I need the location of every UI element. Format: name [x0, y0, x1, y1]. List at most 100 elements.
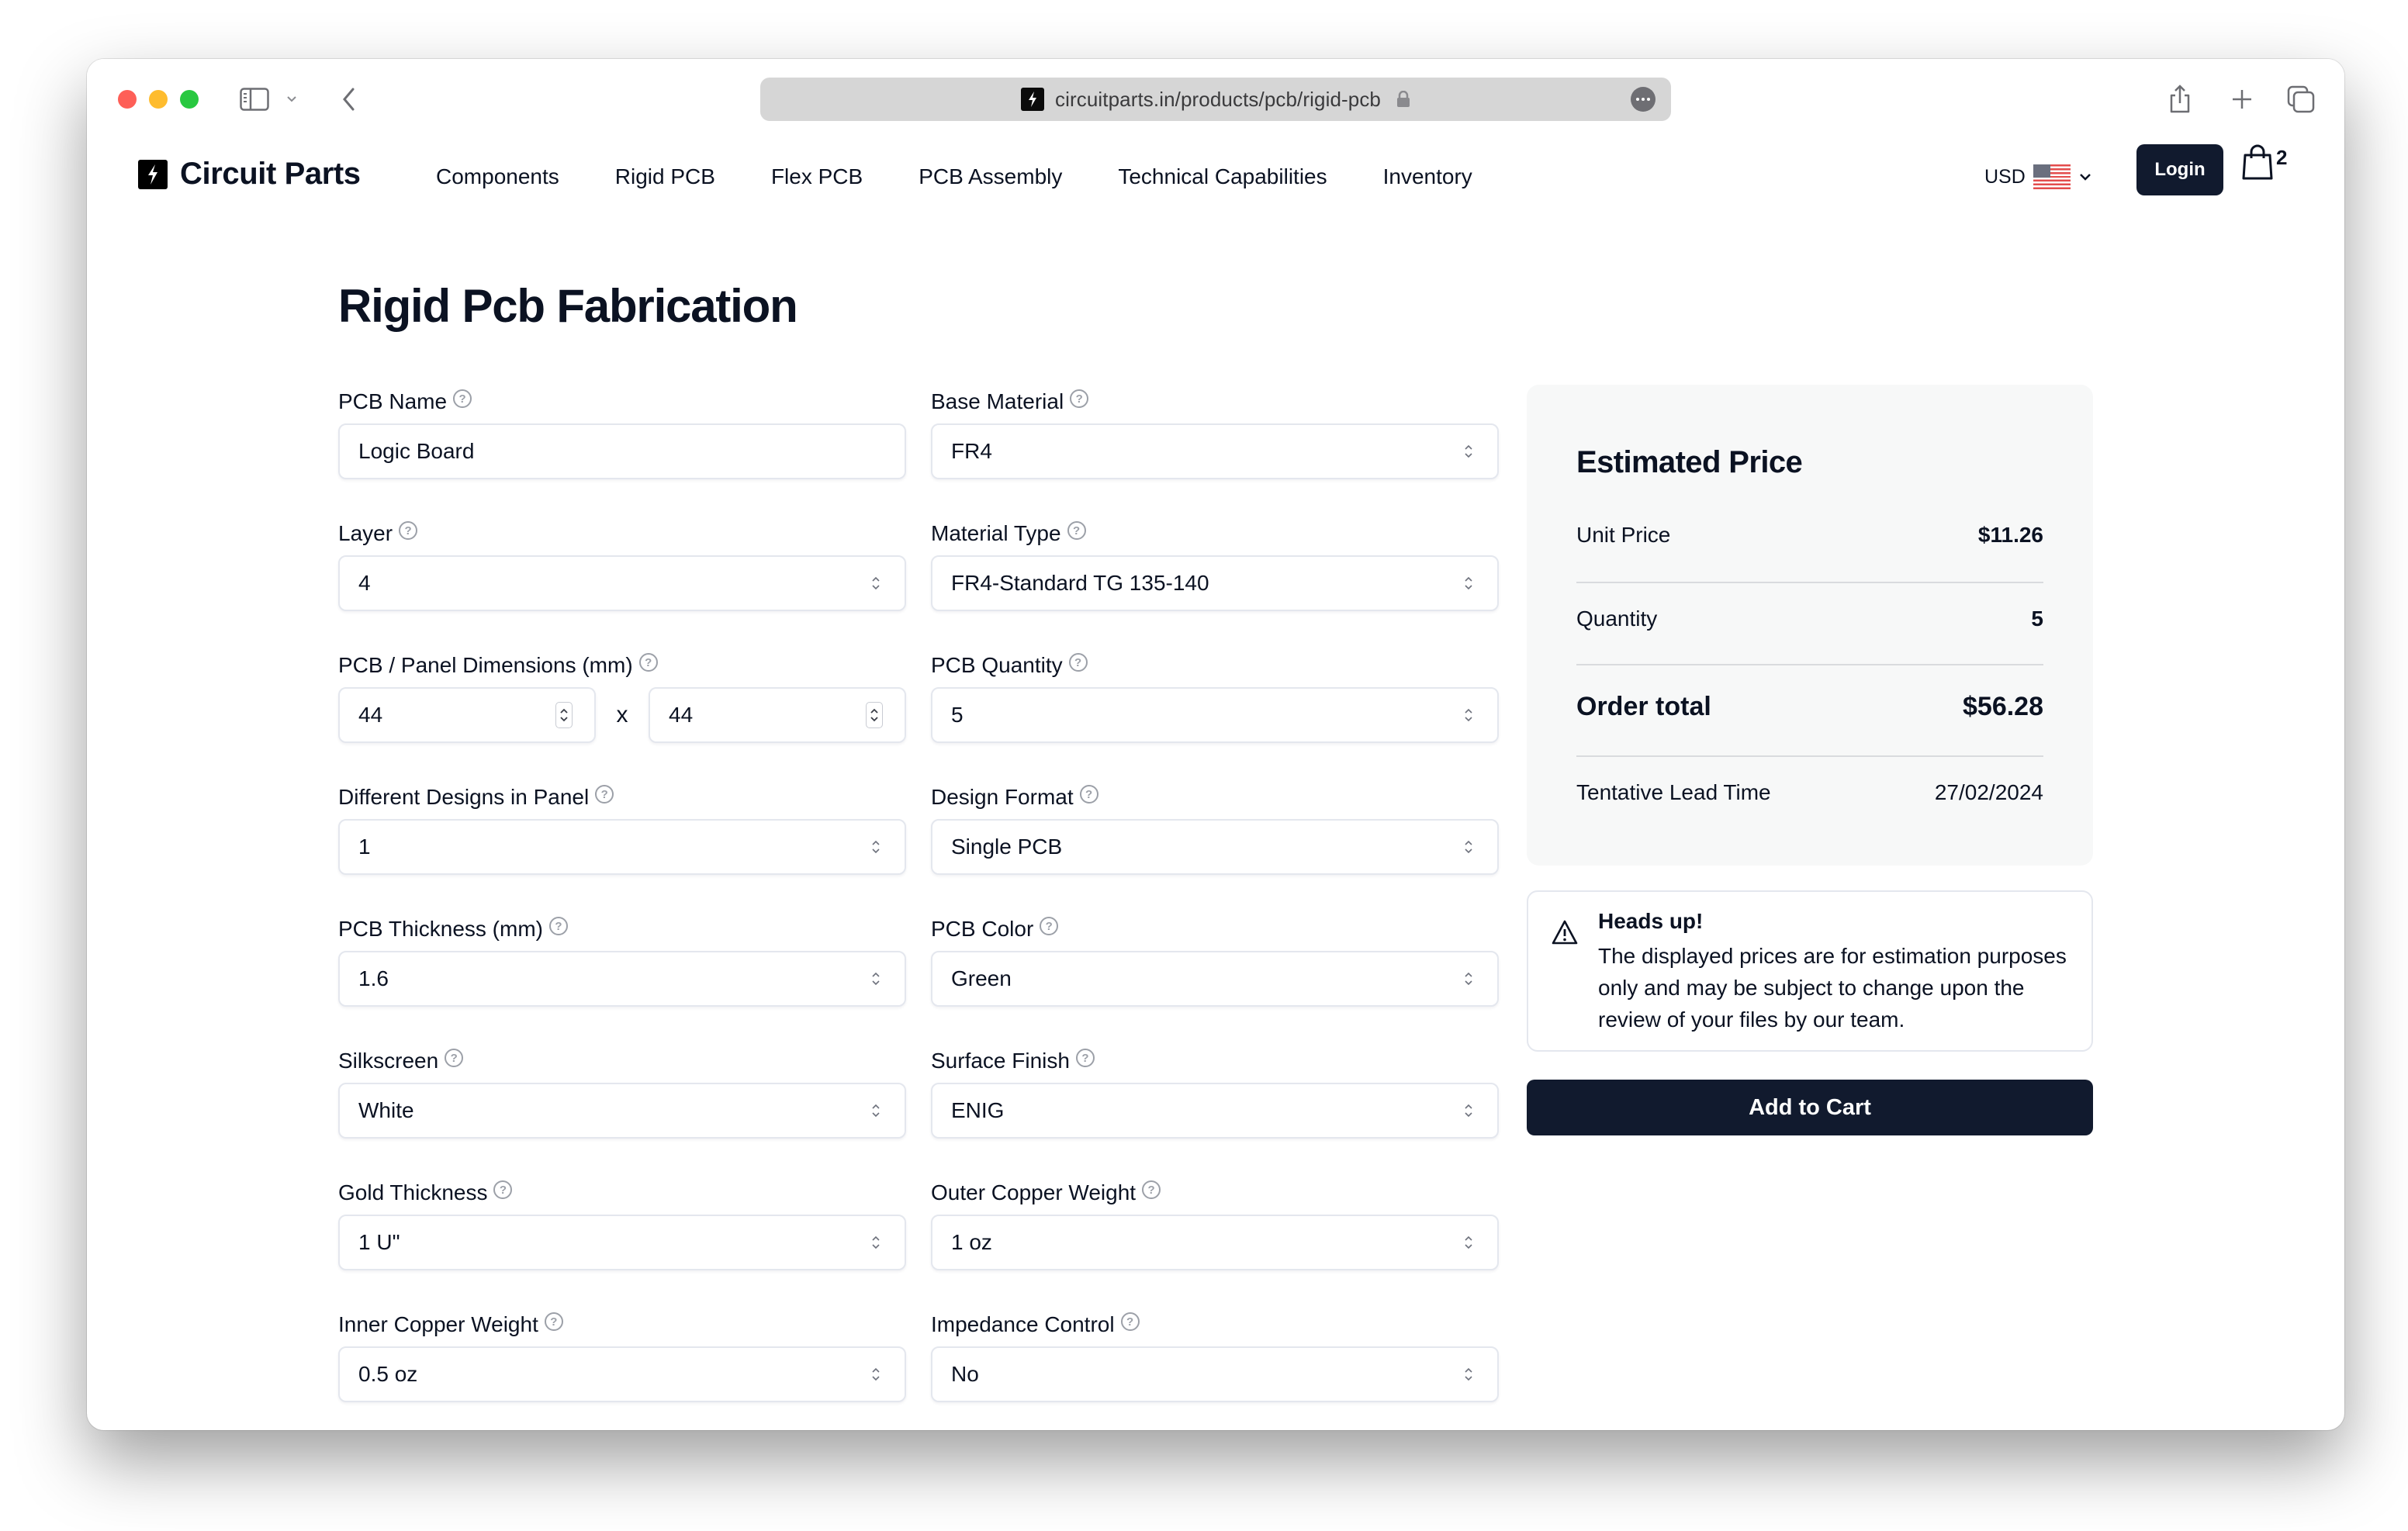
main-nav: Components Rigid PCB Flex PCB PCB Assemb… — [436, 164, 1528, 189]
select-chevrons-icon — [872, 840, 880, 854]
select-chevrons-icon — [872, 576, 880, 590]
quantity-field: PCB Quantity? 5 — [931, 651, 1499, 743]
field-label: Impedance Control — [931, 1312, 1115, 1336]
more-icon[interactable] — [1631, 87, 1656, 112]
quantity-select[interactable]: 5 — [931, 687, 1499, 743]
surface-finish-select[interactable]: ENIG — [931, 1083, 1499, 1139]
new-tab-icon[interactable] — [2228, 85, 2256, 113]
help-icon[interactable]: ? — [1075, 1049, 1095, 1067]
select-value: White — [358, 1098, 414, 1122]
layer-select[interactable]: 4 — [338, 555, 906, 611]
lead-time-row: Tentative Lead Time 27/02/2024 — [1576, 780, 2043, 805]
unit-price-row: Unit Price $11.26 — [1576, 523, 2043, 548]
help-icon[interactable]: ? — [453, 389, 472, 408]
shopping-bag-icon — [2242, 144, 2273, 180]
base-material-select[interactable]: FR4 — [931, 423, 1499, 479]
heads-up-alert: Heads up! The displayed prices are for e… — [1527, 890, 2093, 1052]
material-type-select[interactable]: FR4-Standard TG 135-140 — [931, 555, 1499, 611]
help-icon[interactable]: ? — [1079, 785, 1098, 804]
nav-pcb-assembly[interactable]: PCB Assembly — [919, 164, 1062, 189]
thickness-select[interactable]: 1.6 — [338, 951, 906, 1007]
design-format-select[interactable]: Single PCB — [931, 819, 1499, 875]
select-value: 0.5 oz — [358, 1362, 418, 1386]
nav-flex-pcb[interactable]: Flex PCB — [771, 164, 863, 189]
gold-thickness-field: Gold Thickness? 1 U" — [338, 1179, 906, 1270]
width-number-input[interactable]: 44 — [338, 687, 596, 743]
help-icon[interactable]: ? — [548, 917, 568, 935]
help-icon[interactable]: ? — [493, 1180, 513, 1199]
quantity-value: 5 — [2031, 607, 2043, 631]
select-value: 1 U" — [358, 1230, 400, 1254]
divider — [1576, 755, 2043, 757]
help-icon[interactable]: ? — [1120, 1312, 1140, 1331]
pcb-color-select[interactable]: Green — [931, 951, 1499, 1007]
nav-rigid-pcb[interactable]: Rigid PCB — [615, 164, 715, 189]
address-bar[interactable]: circuitparts.in/products/pcb/rigid-pcb — [760, 78, 1671, 121]
field-label: Layer — [338, 521, 393, 545]
add-to-cart-button[interactable]: Add to Cart — [1527, 1080, 2093, 1135]
dimension-separator: x — [616, 702, 628, 727]
field-label: Silkscreen — [338, 1049, 439, 1073]
help-icon[interactable]: ? — [1070, 389, 1089, 408]
gold-thickness-select[interactable]: 1 U" — [338, 1215, 906, 1270]
help-icon[interactable]: ? — [1142, 1180, 1161, 1199]
currency-selector[interactable]: USD — [1984, 164, 2092, 189]
silkscreen-select[interactable]: White — [338, 1083, 906, 1139]
brand-name: Circuit Parts — [180, 157, 361, 191]
number-spinner-icon[interactable] — [866, 702, 883, 728]
divider — [1576, 664, 2043, 665]
sidebar-toggle-icon[interactable] — [239, 85, 270, 113]
minimize-window-button[interactable] — [149, 90, 168, 109]
impedance-control-select[interactable]: No — [931, 1346, 1499, 1402]
input-value: 44 — [358, 703, 383, 727]
help-icon[interactable]: ? — [1068, 653, 1088, 672]
field-label: Design Format — [931, 785, 1074, 809]
close-window-button[interactable] — [118, 90, 137, 109]
help-icon[interactable]: ? — [445, 1049, 464, 1067]
lead-time-value: 27/02/2024 — [1934, 780, 2043, 804]
site-header: Circuit Parts Components Rigid PCB Flex … — [87, 144, 2344, 206]
outer-copper-select[interactable]: 1 oz — [931, 1215, 1499, 1270]
tabs-overview-icon[interactable] — [2285, 85, 2316, 113]
pcb-name-input[interactable]: Logic Board — [338, 423, 906, 479]
help-icon[interactable]: ? — [595, 785, 614, 804]
quantity-label: Quantity — [1576, 607, 1658, 631]
select-value: Green — [951, 966, 1012, 990]
share-icon[interactable] — [2166, 85, 2194, 113]
select-chevrons-icon — [1465, 576, 1472, 590]
material-type-field: Material Type? FR4-Standard TG 135-140 — [931, 520, 1499, 611]
field-label: Surface Finish — [931, 1049, 1070, 1073]
cart-button[interactable]: 2 — [2242, 144, 2287, 180]
inner-copper-field: Inner Copper Weight? 0.5 oz — [338, 1311, 906, 1402]
help-icon[interactable]: ? — [1067, 521, 1086, 540]
height-number-input[interactable]: 44 — [649, 687, 906, 743]
login-button[interactable]: Login — [2136, 144, 2223, 195]
designs-in-panel-field: Different Designs in Panel? 1 — [338, 783, 906, 875]
order-total-label: Order total — [1576, 692, 1711, 721]
designs-in-panel-select[interactable]: 1 — [338, 819, 906, 875]
select-chevrons-icon — [1465, 1104, 1472, 1118]
select-chevrons-icon — [1465, 444, 1472, 458]
help-icon[interactable]: ? — [544, 1312, 563, 1331]
nav-technical-capabilities[interactable]: Technical Capabilities — [1118, 164, 1327, 189]
help-icon[interactable]: ? — [399, 521, 418, 540]
nav-components[interactable]: Components — [436, 164, 559, 189]
number-spinner-icon[interactable] — [555, 702, 573, 728]
divider — [1576, 582, 2043, 583]
help-icon[interactable]: ? — [638, 653, 658, 672]
zoom-window-button[interactable] — [180, 90, 199, 109]
url-text[interactable]: circuitparts.in/products/pcb/rigid-pcb — [1055, 88, 1381, 112]
select-chevrons-icon — [1465, 708, 1472, 722]
chevron-down-icon[interactable] — [284, 85, 299, 113]
lightning-icon — [138, 159, 168, 189]
inner-copper-select[interactable]: 0.5 oz — [338, 1346, 906, 1402]
brand-logo-link[interactable]: Circuit Parts — [138, 157, 361, 192]
field-label: PCB Thickness (mm) — [338, 917, 543, 941]
alert-body: The displayed prices are for estimation … — [1598, 944, 2067, 1032]
back-icon[interactable] — [337, 85, 360, 113]
help-icon[interactable]: ? — [1040, 917, 1059, 935]
browser-toolbar: circuitparts.in/products/pcb/rigid-pcb — [87, 59, 2344, 137]
select-chevrons-icon — [1465, 1236, 1472, 1249]
select-chevrons-icon — [872, 1236, 880, 1249]
nav-inventory[interactable]: Inventory — [1383, 164, 1472, 189]
